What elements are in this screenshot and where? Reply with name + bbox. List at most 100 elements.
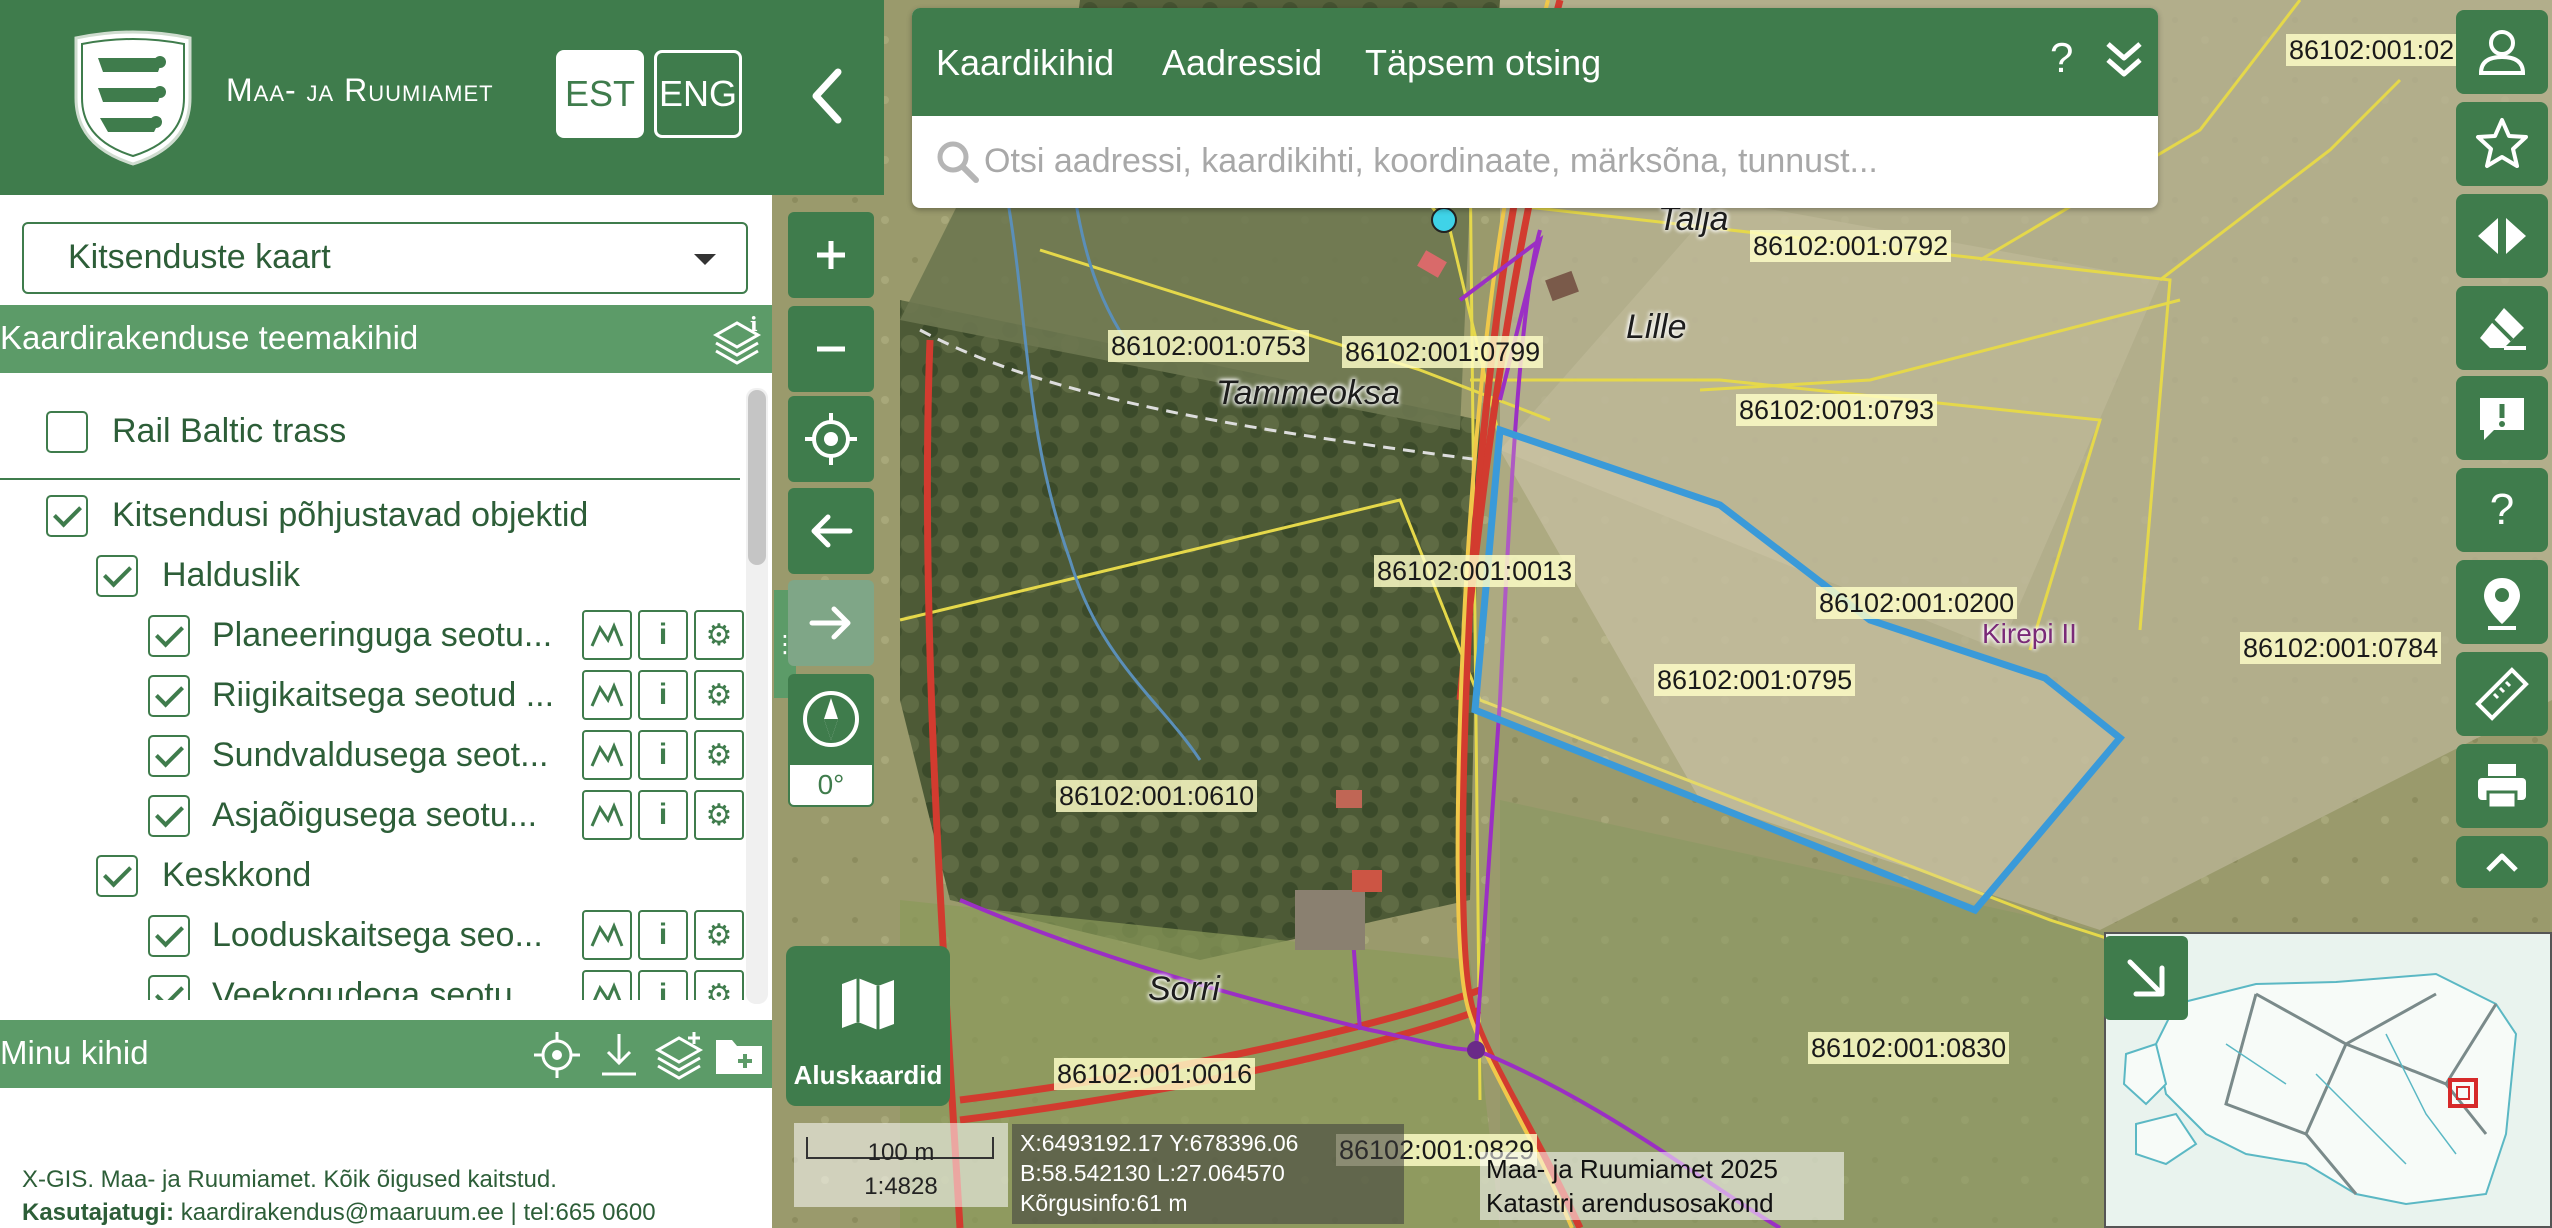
info-icon[interactable]: i <box>638 610 688 660</box>
parcel-label: 86102:001:0753 <box>1108 330 1310 362</box>
gear-icon[interactable]: ⚙ <box>694 910 744 960</box>
place-name: Sorri <box>1148 970 1220 1008</box>
layer-checkbox[interactable] <box>148 975 190 1000</box>
basemaps-button[interactable]: Aluskaardid <box>786 946 950 1106</box>
layer-label: Keskkond <box>162 856 312 894</box>
layer-checkbox[interactable] <box>96 555 138 597</box>
compass-button[interactable] <box>788 674 874 764</box>
scale-ratio[interactable]: 1:4828 <box>794 1173 1008 1201</box>
layer-row[interactable]: Riigikaitsega seotud ... i ⚙ <box>0 668 744 726</box>
layer-label: Planeeringuga seotu... <box>212 616 553 654</box>
parcel-label: 86102:001:02 <box>2286 34 2458 66</box>
chevron-left-icon <box>812 68 842 124</box>
caret-down-icon <box>694 254 716 265</box>
layer-checkbox[interactable] <box>148 615 190 657</box>
collapse-toolbar-button[interactable] <box>2456 836 2548 888</box>
tab-map-layers[interactable]: Kaardikihid <box>936 42 1114 84</box>
theme-layers-title: Kaardirakenduse teemakihid <box>0 319 419 356</box>
info-icon[interactable]: i <box>638 670 688 720</box>
layer-label: Sundvaldusega seot... <box>212 736 549 774</box>
layer-checkbox[interactable] <box>148 915 190 957</box>
layer-row[interactable]: Kitsendusi põhjustavad objektid <box>0 488 740 546</box>
layer-checkbox[interactable] <box>46 495 88 537</box>
layer-row[interactable]: Looduskaitsega seo... i ⚙ <box>0 908 744 966</box>
info-icon[interactable]: i <box>638 970 688 1000</box>
layer-label: Kitsendusi põhjustavad objektid <box>112 496 589 534</box>
gear-icon[interactable]: ⚙ <box>694 610 744 660</box>
gear-icon[interactable]: ⚙ <box>694 970 744 1000</box>
search-panel: Kaardikihid Aadressid Täpsem otsing ? <box>912 8 2158 208</box>
layer-row[interactable]: Rail Baltic trass <box>0 404 740 462</box>
locate-me-button[interactable] <box>788 396 874 482</box>
printer-icon <box>2478 764 2526 810</box>
layer-row[interactable]: Halduslik <box>0 548 740 606</box>
gear-icon[interactable]: ⚙ <box>694 790 744 840</box>
parcel-label: 86102:001:0799 <box>1342 336 1544 368</box>
clear-button[interactable] <box>2456 286 2548 370</box>
scale-bar: 100 m 1:4828 <box>794 1123 1008 1207</box>
parcel-label: 86102:001:0200 <box>1816 587 2018 619</box>
collapse-panel-button[interactable] <box>772 0 884 195</box>
add-layer-icon[interactable] <box>652 1028 706 1082</box>
legend-icon[interactable] <box>582 970 632 1000</box>
info-icon[interactable]: i <box>638 910 688 960</box>
info-icon[interactable]: i <box>638 730 688 780</box>
layer-row[interactable]: Veekogudega seotu... i ⚙ <box>0 968 744 1000</box>
scrollbar-thumb[interactable] <box>748 390 766 565</box>
layer-row[interactable]: Keskkond <box>0 848 740 906</box>
layer-checkbox[interactable] <box>148 795 190 837</box>
help-button[interactable]: ? <box>2456 468 2548 552</box>
lang-est-button[interactable]: EST <box>556 50 644 138</box>
place-name: Lille <box>1626 308 1687 346</box>
map-app-select[interactable]: Kitsenduste kaart <box>22 222 748 294</box>
add-folder-icon[interactable] <box>712 1028 766 1082</box>
measure-button[interactable] <box>2456 652 2548 736</box>
user-button[interactable] <box>2456 10 2548 94</box>
coat-of-arms-logo <box>74 30 192 166</box>
coordinates-readout: X:6493192.17 Y:678396.06 B:58.542130 L:2… <box>1012 1124 1404 1224</box>
legend-icon[interactable] <box>582 670 632 720</box>
tab-advanced-search[interactable]: Täpsem otsing <box>1365 42 1601 84</box>
support-contact[interactable]: kaardirakendus@maaruum.ee | tel:665 0600 <box>181 1199 656 1226</box>
lang-eng-button[interactable]: ENG <box>654 50 742 138</box>
gear-icon[interactable]: ⚙ <box>694 670 744 720</box>
next-extent-button[interactable] <box>788 580 874 666</box>
search-help-button[interactable]: ? <box>2050 34 2073 82</box>
layer-tree-scrollbar[interactable] <box>746 388 768 1004</box>
layer-checkbox[interactable] <box>96 855 138 897</box>
attribution: Maa- ja Ruumiamet 2025 Katastri arenduso… <box>1480 1152 1844 1220</box>
zoom-out-button[interactable] <box>788 306 874 392</box>
previous-extent-button[interactable] <box>788 488 874 574</box>
layer-row[interactable]: Planeeringuga seotu... i ⚙ <box>0 608 744 666</box>
download-icon[interactable] <box>592 1028 646 1082</box>
double-chevron-down-icon[interactable] <box>2102 38 2146 82</box>
layer-tools: i ⚙ <box>582 670 744 722</box>
print-button[interactable] <box>2456 744 2548 828</box>
layer-checkbox[interactable] <box>148 735 190 777</box>
feedback-button[interactable] <box>2456 376 2548 460</box>
gear-icon[interactable]: ⚙ <box>694 730 744 780</box>
locate-layer-icon[interactable] <box>530 1028 584 1082</box>
search-input[interactable] <box>984 126 2134 196</box>
chevron-up-icon <box>2486 853 2518 872</box>
layer-checkbox[interactable] <box>148 675 190 717</box>
zoom-in-button[interactable] <box>788 212 874 298</box>
location-pin-button[interactable] <box>2456 560 2548 644</box>
star-icon <box>2476 118 2528 168</box>
layer-row[interactable]: Sundvaldusega seot... i ⚙ <box>0 728 744 786</box>
info-icon[interactable]: i <box>638 790 688 840</box>
tab-addresses[interactable]: Aadressid <box>1162 42 1322 84</box>
layer-checkbox[interactable] <box>46 411 88 453</box>
favorites-button[interactable] <box>2456 102 2548 186</box>
layer-row[interactable]: Asjaõigusega seotu... i ⚙ <box>0 788 744 846</box>
legend-icon[interactable] <box>582 910 632 960</box>
layers-info-icon[interactable]: i <box>710 313 764 367</box>
legend-icon[interactable] <box>582 730 632 780</box>
overview-toggle-button[interactable] <box>2104 936 2188 1020</box>
legend-icon[interactable] <box>582 790 632 840</box>
map-icon <box>842 978 894 1030</box>
compare-button[interactable] <box>2456 194 2548 278</box>
question-icon: ? <box>2489 485 2515 534</box>
layer-label: Riigikaitsega seotud ... <box>212 676 555 714</box>
legend-icon[interactable] <box>582 610 632 660</box>
